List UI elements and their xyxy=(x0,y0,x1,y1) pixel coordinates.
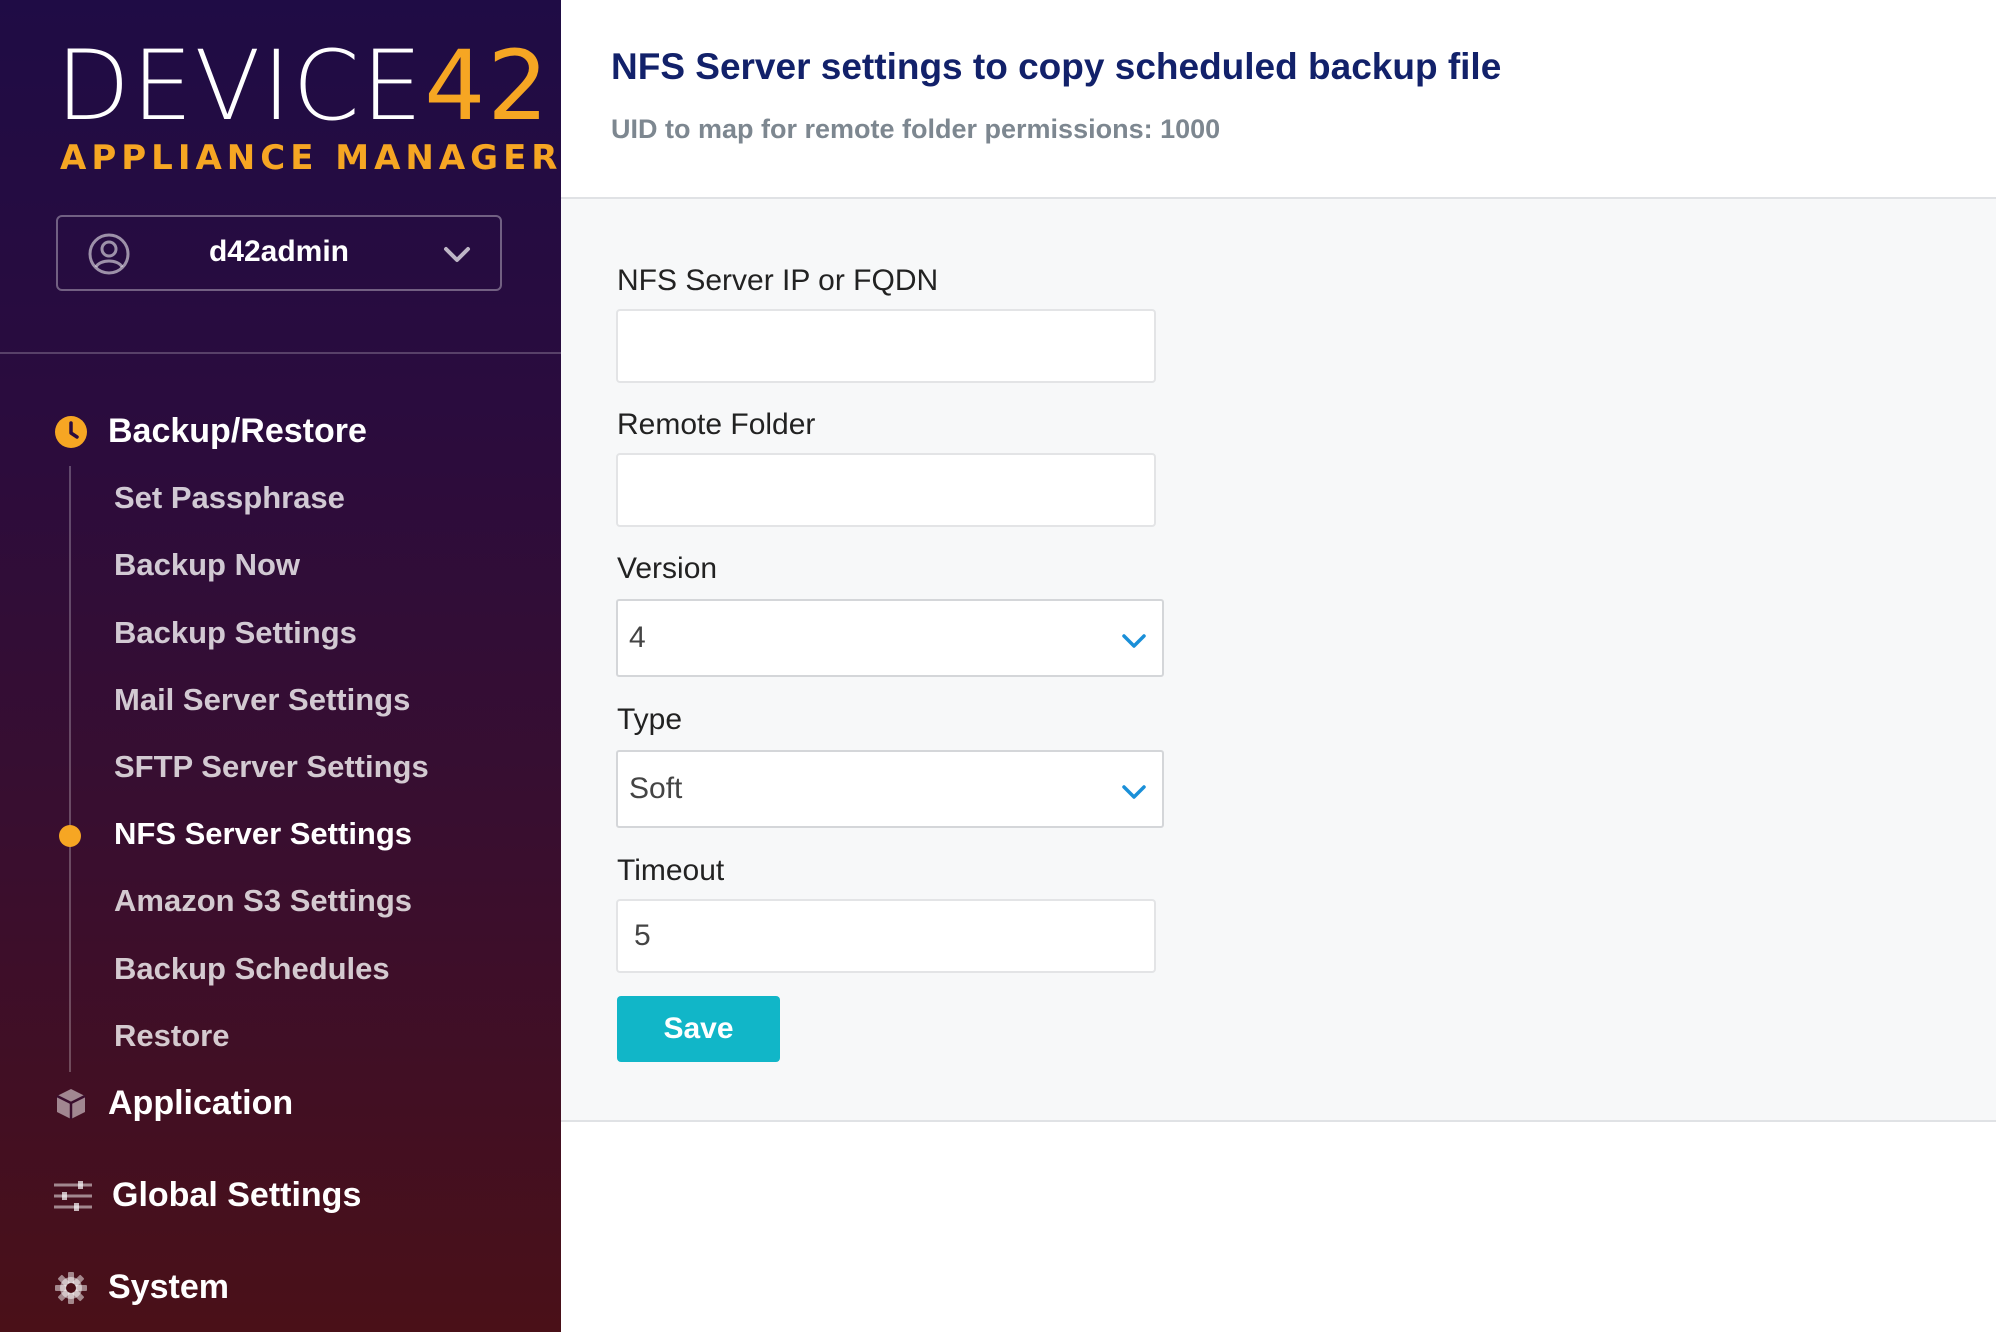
gear-icon xyxy=(55,1271,87,1304)
page-title: NFS Server settings to copy scheduled ba… xyxy=(611,46,1502,87)
brand-logo: DEVICE42 APPLIANCE MANAGER xyxy=(56,36,557,178)
sliders-icon xyxy=(54,1180,92,1211)
sidebar-item-backup-schedules[interactable]: Backup Schedules xyxy=(114,951,390,987)
nav-section-global-settings[interactable]: Global Settings xyxy=(54,1176,361,1215)
sidebar-item-backup-now[interactable]: Backup Now xyxy=(114,547,300,583)
user-menu-button[interactable]: d42admin xyxy=(56,215,502,291)
sidebar-divider xyxy=(0,352,561,354)
active-indicator-dot xyxy=(59,825,81,847)
version-select-value: 4 xyxy=(629,621,646,654)
logo-text: DEVICE xyxy=(56,30,425,142)
nav-section-backup-restore[interactable]: Backup/Restore xyxy=(54,412,367,451)
main-content: NFS Server settings to copy scheduled ba… xyxy=(561,0,1996,1332)
logo-number: 42 xyxy=(424,30,551,142)
sidebar: DEVICE42 APPLIANCE MANAGER d42admin Back… xyxy=(0,0,561,1332)
clock-icon xyxy=(55,415,87,448)
nav-section-application[interactable]: Application xyxy=(54,1084,293,1123)
timeout-input[interactable] xyxy=(616,899,1156,973)
timeout-label: Timeout xyxy=(617,854,725,887)
sidebar-item-mail-server-settings[interactable]: Mail Server Settings xyxy=(114,682,410,718)
nfs-settings-form: NFS Server IP or FQDN Remote Folder Vers… xyxy=(561,197,1996,1122)
remote-folder-label: Remote Folder xyxy=(617,408,816,441)
version-select[interactable]: 4 xyxy=(616,599,1164,677)
logo-wordmark: DEVICE42 xyxy=(56,36,548,136)
page-subtitle: UID to map for remote folder permissions… xyxy=(611,114,1221,144)
type-label: Type xyxy=(617,703,683,736)
nav-section-system[interactable]: System xyxy=(54,1268,229,1307)
sidebar-item-set-passphrase[interactable]: Set Passphrase xyxy=(114,480,345,516)
type-select[interactable]: Soft xyxy=(616,750,1164,828)
chevron-down-icon xyxy=(444,247,470,262)
save-button[interactable]: Save xyxy=(617,996,780,1062)
nfs-server-label: NFS Server IP or FQDN xyxy=(617,264,939,297)
chevron-down-icon xyxy=(1122,785,1146,799)
cube-icon xyxy=(56,1088,86,1119)
user-name: d42admin xyxy=(208,235,350,268)
sidebar-item-restore[interactable]: Restore xyxy=(114,1018,229,1054)
version-label: Version xyxy=(617,552,718,585)
sidebar-item-amazon-s3-settings[interactable]: Amazon S3 Settings xyxy=(114,883,412,919)
type-select-value: Soft xyxy=(629,772,683,805)
sidebar-item-nfs-server-settings[interactable]: NFS Server Settings xyxy=(114,816,412,852)
sidebar-item-sftp-server-settings[interactable]: SFTP Server Settings xyxy=(114,749,429,785)
subnav-line xyxy=(69,466,71,1072)
sidebar-item-backup-settings[interactable]: Backup Settings xyxy=(114,615,357,651)
chevron-down-icon xyxy=(1122,634,1146,648)
nfs-server-input[interactable] xyxy=(616,309,1156,383)
nav-section-label: Backup/Restore xyxy=(108,412,367,450)
nav-section-label: System xyxy=(108,1268,229,1306)
remote-folder-input[interactable] xyxy=(616,453,1156,527)
nav-section-label: Global Settings xyxy=(112,1176,362,1214)
logo-subtitle: APPLIANCE MANAGER xyxy=(60,138,561,178)
nav-section-label: Application xyxy=(108,1084,294,1122)
